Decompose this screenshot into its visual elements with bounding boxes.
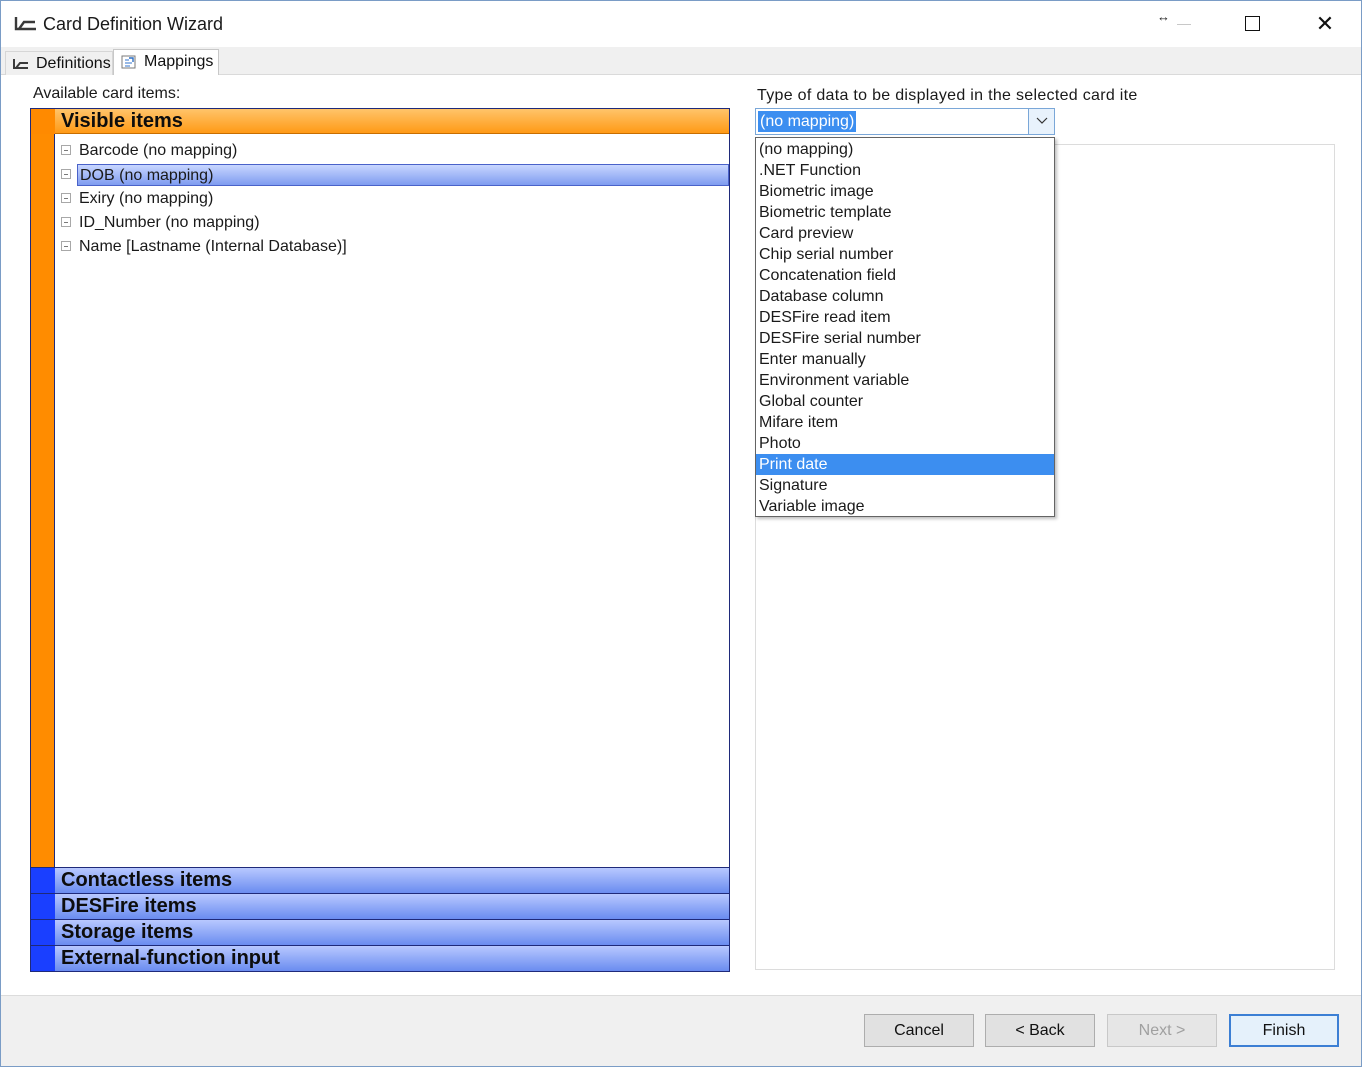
tree-item-exiry[interactable]: Exiry (no mapping) <box>57 187 729 211</box>
dropdown-option[interactable]: Photo <box>756 433 1054 454</box>
tree-item-name[interactable]: Name [Lastname (Internal Database)] <box>57 235 729 259</box>
tree-expand-icon[interactable] <box>61 145 71 155</box>
dropdown-option[interactable]: Card preview <box>756 223 1054 244</box>
data-type-selected-value: (no mapping) <box>758 111 857 132</box>
dropdown-option[interactable]: DESFire serial number <box>756 328 1054 349</box>
desfire-items-header[interactable]: DESFire items <box>31 893 729 919</box>
group-marker <box>31 894 55 919</box>
title-bar: Card Definition Wizard ↔ ✕ <box>1 1 1361 47</box>
group-marker <box>31 920 55 945</box>
tree-expand-icon[interactable] <box>61 169 71 179</box>
dropdown-option[interactable]: Biometric template <box>756 202 1054 223</box>
finish-button[interactable]: Finish <box>1229 1014 1339 1047</box>
group-marker <box>31 868 55 893</box>
group-header-label: Contactless items <box>61 869 233 891</box>
visible-items-tree: Barcode (no mapping) DOB (no mapping) Ex… <box>57 139 729 259</box>
close-button[interactable]: ✕ <box>1303 9 1347 39</box>
tab-definitions-label: Definitions <box>36 55 111 72</box>
wizard-window: Card Definition Wizard ↔ ✕ Definitions M… <box>0 0 1362 1067</box>
card-wizard-icon <box>13 13 39 35</box>
data-type-label: Type of data to be displayed in the sele… <box>757 87 1138 104</box>
tree-expand-icon[interactable] <box>61 217 71 227</box>
dropdown-button[interactable] <box>1028 109 1054 134</box>
dropdown-option[interactable]: Enter manually <box>756 349 1054 370</box>
visible-items-header[interactable]: Visible items <box>31 109 729 134</box>
group-header-label: DESFire items <box>61 895 197 917</box>
card-wizard-icon <box>12 56 30 72</box>
dropdown-option[interactable]: Signature <box>756 475 1054 496</box>
tree-expand-icon[interactable] <box>61 193 71 203</box>
tree-item-label: Name [Lastname (Internal Database)] <box>79 238 347 255</box>
next-button[interactable]: Next > <box>1107 1014 1217 1047</box>
dropdown-option[interactable]: Biometric image <box>756 181 1054 202</box>
visible-items-marker <box>31 109 55 134</box>
dropdown-option[interactable]: Environment variable <box>756 370 1054 391</box>
tree-item-barcode[interactable]: Barcode (no mapping) <box>57 139 729 163</box>
contactless-items-header[interactable]: Contactless items <box>31 867 729 893</box>
data-type-combobox[interactable]: (no mapping) <box>755 108 1055 135</box>
dropdown-option[interactable]: DESFire read item <box>756 307 1054 328</box>
card-items-navigator: Visible items Barcode (no mapping) DOB (… <box>30 108 730 972</box>
dropdown-option[interactable]: Concatenation field <box>756 265 1054 286</box>
group-header-label: External-function input <box>61 947 280 969</box>
available-items-label: Available card items: <box>33 85 181 102</box>
tree-item-label: Barcode (no mapping) <box>79 142 238 159</box>
visible-items-strip <box>31 134 55 867</box>
tree-item-label: Exiry (no mapping) <box>79 190 214 207</box>
storage-items-header[interactable]: Storage items <box>31 919 729 945</box>
close-icon: ✕ <box>1315 11 1335 36</box>
dropdown-option[interactable]: Mifare item <box>756 412 1054 433</box>
dropdown-option[interactable]: .NET Function <box>756 160 1054 181</box>
dropdown-option[interactable]: Variable image <box>756 496 1054 517</box>
tree-item-dob[interactable]: DOB (no mapping) <box>57 163 729 187</box>
tab-mappings-label: Mappings <box>144 53 214 70</box>
external-function-input-header[interactable]: External-function input <box>31 945 729 971</box>
maximize-button[interactable] <box>1233 9 1273 39</box>
data-type-dropdown-list: (no mapping) .NET Function Biometric ima… <box>755 137 1055 517</box>
dropdown-option[interactable]: Global counter <box>756 391 1054 412</box>
minimize-button[interactable] <box>1163 13 1203 37</box>
visible-items-header-label: Visible items <box>61 110 183 132</box>
tab-definitions[interactable]: Definitions <box>5 51 113 75</box>
mappings-icon <box>120 54 138 70</box>
chevron-down-icon <box>1036 117 1048 124</box>
tree-item-id-number[interactable]: ID_Number (no mapping) <box>57 211 729 235</box>
tab-strip: Definitions Mappings <box>1 47 1361 77</box>
minimize-icon <box>1177 24 1191 25</box>
window-title: Card Definition Wizard <box>43 14 224 34</box>
mappings-page: Available card items: Visible items Barc… <box>3 75 1359 995</box>
group-marker <box>31 946 55 971</box>
back-button[interactable]: < Back <box>985 1014 1095 1047</box>
tree-expand-icon[interactable] <box>61 241 71 251</box>
tree-item-label: ID_Number (no mapping) <box>79 214 260 231</box>
dropdown-option[interactable]: (no mapping) <box>756 139 1054 160</box>
group-header-label: Storage items <box>61 921 194 943</box>
dropdown-option-highlighted[interactable]: Print date <box>756 454 1054 475</box>
wizard-footer: Cancel < Back Next > Finish <box>1 995 1361 1066</box>
tab-mappings[interactable]: Mappings <box>113 49 219 77</box>
maximize-icon <box>1245 16 1260 31</box>
cancel-button[interactable]: Cancel <box>864 1014 974 1047</box>
dropdown-option[interactable]: Database column <box>756 286 1054 307</box>
dropdown-option[interactable]: Chip serial number <box>756 244 1054 265</box>
tree-item-label: DOB (no mapping) <box>77 164 729 186</box>
